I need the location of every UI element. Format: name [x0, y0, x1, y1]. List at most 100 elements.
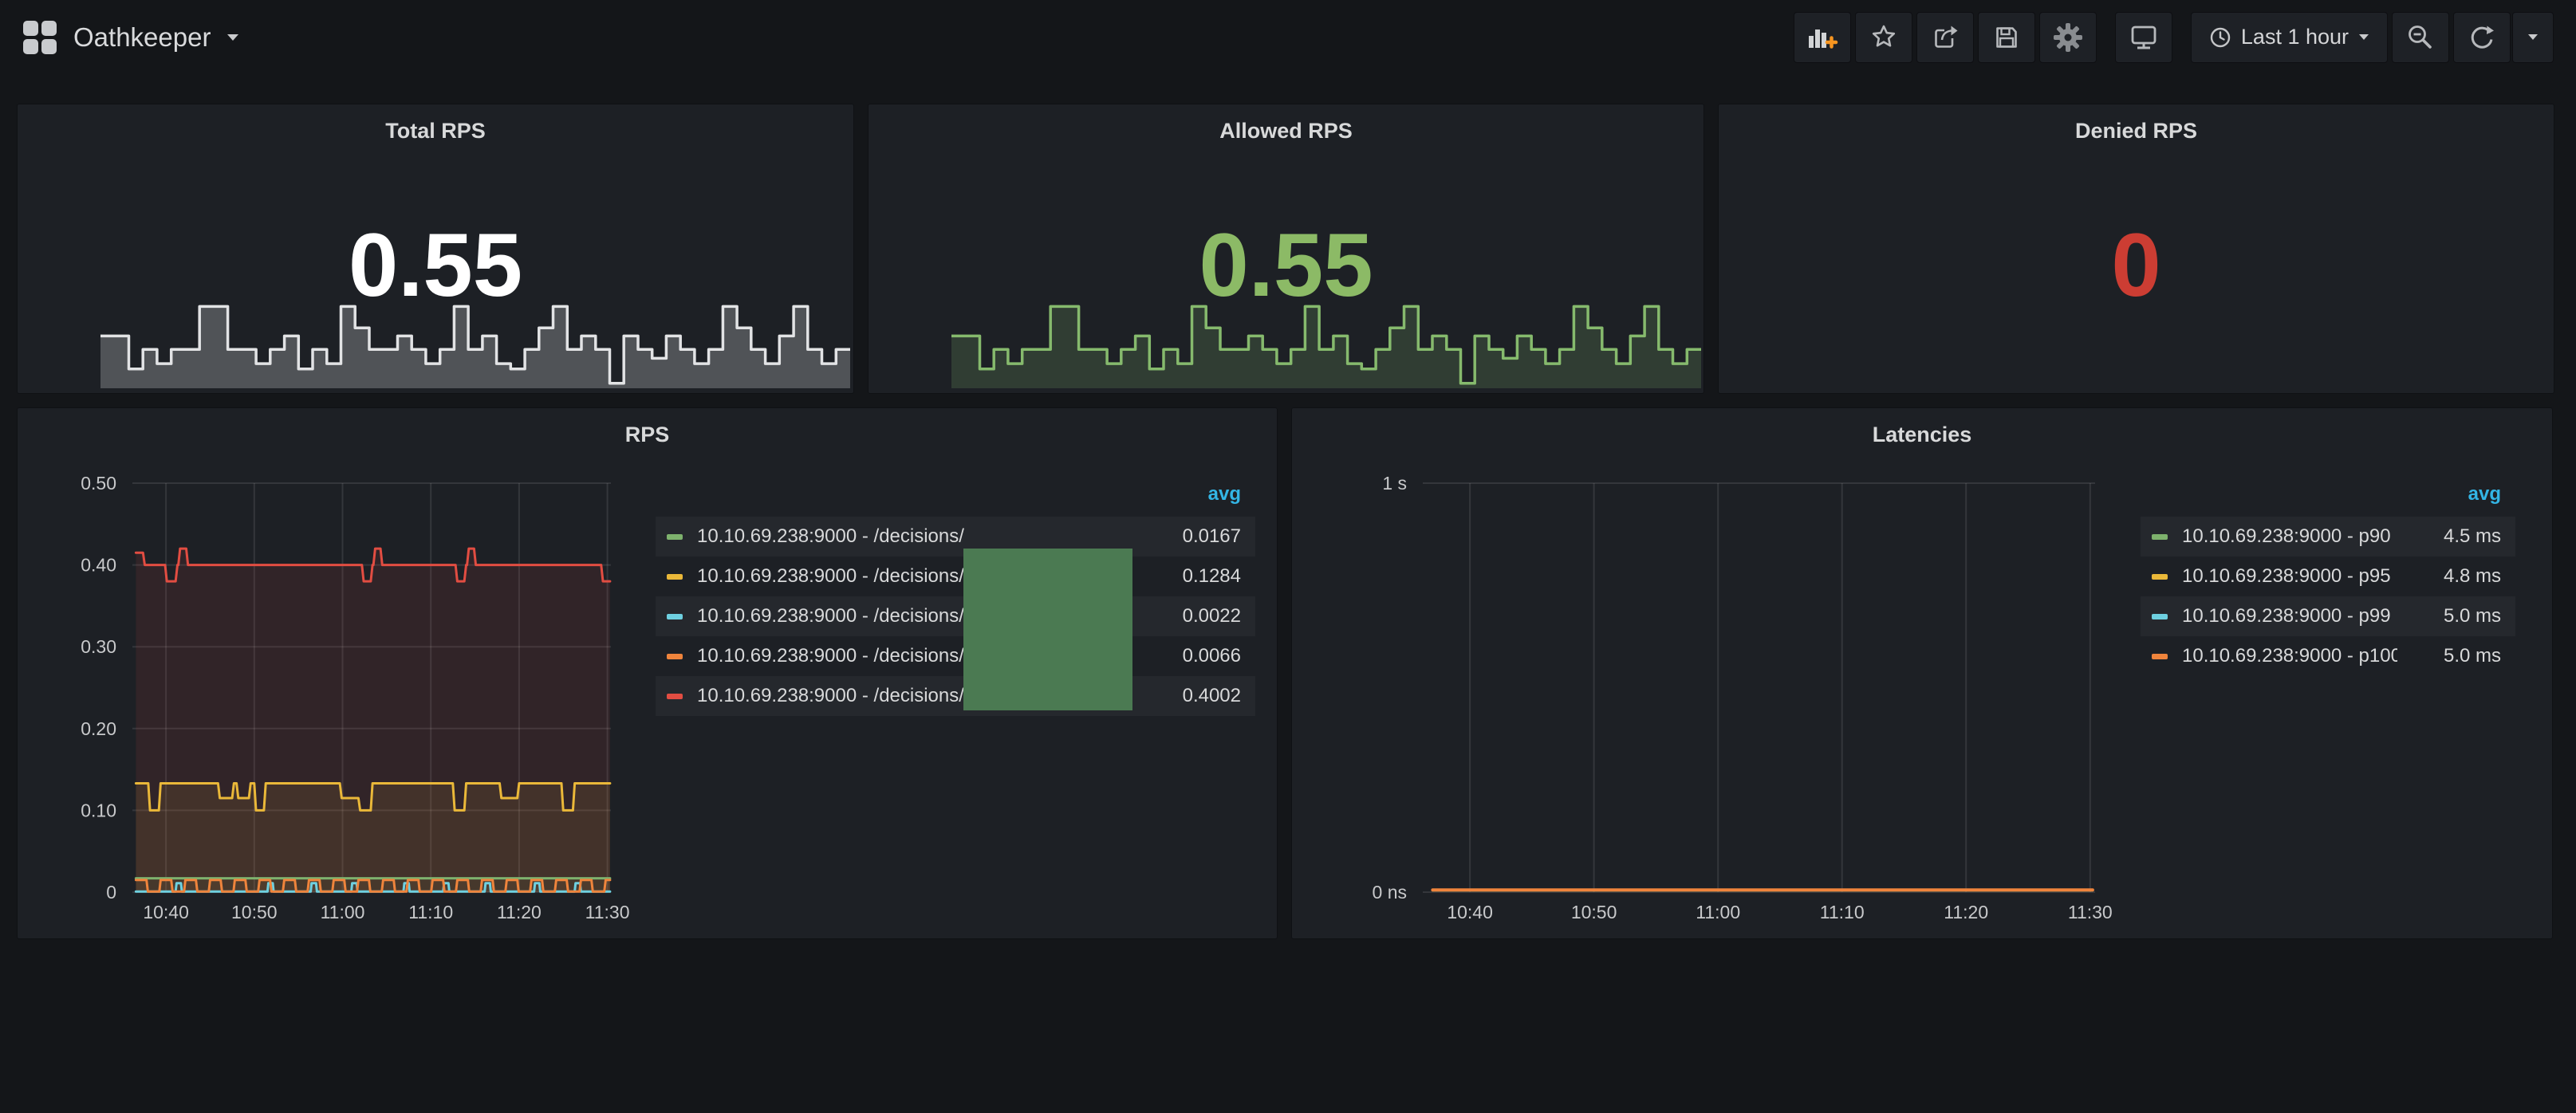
series-color-swatch[interactable] — [2152, 654, 2168, 659]
legend-row[interactable]: 10.10.69.238:9000 - /decisions/0.1284 — [656, 556, 1255, 596]
time-range-picker[interactable]: Last 1 hour — [2191, 12, 2388, 63]
sparkline — [951, 294, 1701, 388]
y-tick-label: 0.40 — [81, 555, 116, 576]
stat-value: 0 — [1719, 221, 2554, 310]
series-avg-value: 5.0 ms — [2397, 605, 2515, 627]
series-color-swatch[interactable] — [667, 694, 683, 699]
share-icon — [1931, 23, 1960, 52]
panel-allowed-rps: Allowed RPS 0.55 — [868, 104, 1704, 394]
settings-button[interactable] — [2039, 12, 2097, 63]
series-avg-value: 5.0 ms — [2397, 645, 2515, 667]
x-tick-label: 11:30 — [2068, 902, 2113, 922]
x-tick-label: 10:40 — [1447, 902, 1493, 922]
panel-title[interactable]: Allowed RPS — [869, 119, 1704, 144]
legend-row[interactable]: 10.10.69.238:9000 - p995.0 ms — [2141, 596, 2515, 636]
panel-title[interactable]: Denied RPS — [1719, 119, 2554, 144]
add-panel-button[interactable] — [1794, 12, 1851, 63]
series-color-swatch[interactable] — [667, 654, 683, 659]
series-label[interactable]: 10.10.69.238:9000 - /decisions/ — [697, 525, 1137, 548]
x-tick-label: 11:20 — [497, 902, 542, 922]
series-color-swatch[interactable] — [667, 534, 683, 540]
y-tick-label: 1 s — [1382, 473, 1407, 494]
series-avg-value: 4.8 ms — [2397, 565, 2515, 588]
series-label[interactable]: 10.10.69.238:9000 - p95 — [2182, 565, 2397, 588]
grafana-dashboard: Oathkeeper — [0, 0, 2576, 1113]
panel-title[interactable]: Latencies — [1292, 423, 2552, 447]
dashboard-title[interactable]: Oathkeeper — [73, 22, 211, 53]
x-tick-label: 11:00 — [1696, 902, 1740, 922]
sparkline — [100, 294, 850, 388]
series-color-swatch[interactable] — [2152, 534, 2168, 540]
panel-title[interactable]: RPS — [18, 423, 1277, 447]
series-color-swatch[interactable] — [2152, 574, 2168, 580]
legend-row[interactable]: 10.10.69.238:9000 - /decisions/0.0066 — [656, 636, 1255, 676]
series-label[interactable]: 10.10.69.238:9000 - p99 — [2182, 605, 2397, 627]
y-tick-label: 0 — [106, 882, 116, 903]
save-icon — [1992, 23, 2021, 52]
legend-overlay — [963, 549, 1132, 710]
series-label[interactable]: 10.10.69.238:9000 - p100 — [2182, 645, 2397, 667]
x-tick-label: 10:50 — [231, 902, 278, 922]
zoom-out-button[interactable] — [2392, 12, 2449, 63]
x-tick-label: 11:10 — [408, 902, 453, 922]
y-tick-label: 0.30 — [81, 636, 116, 657]
series-label[interactable]: 10.10.69.238:9000 - p90 — [2182, 525, 2397, 548]
favorite-button[interactable] — [1855, 12, 1912, 63]
search-minus-icon — [2406, 23, 2435, 52]
save-button[interactable] — [1978, 12, 2035, 63]
clock-icon — [2209, 26, 2231, 49]
star-icon — [1869, 23, 1898, 52]
legend-avg-header[interactable]: avg — [656, 477, 1255, 517]
y-tick-label: 0.10 — [81, 800, 116, 820]
series-avg-value: 0.0022 — [1137, 605, 1255, 627]
x-tick-label: 10:50 — [1571, 902, 1617, 922]
legend-row[interactable]: 10.10.69.238:9000 - p954.8 ms — [2141, 556, 2515, 596]
series-avg-value: 0.1284 — [1137, 565, 1255, 588]
navbar-left: Oathkeeper — [22, 20, 239, 55]
series-area — [136, 549, 610, 892]
legend-row[interactable]: 10.10.69.238:9000 - /decisions/0.4002 — [656, 676, 1255, 716]
series-color-swatch[interactable] — [2152, 614, 2168, 619]
latencies-legend: avg10.10.69.238:9000 - p904.5 ms10.10.69… — [2141, 477, 2515, 676]
rps-legend: avg10.10.69.238:9000 - /decisions/0.0167… — [656, 477, 1255, 716]
refresh-button[interactable] — [2453, 12, 2511, 63]
monitor-icon — [2129, 23, 2159, 52]
y-tick-label: 0.50 — [81, 473, 116, 494]
series-avg-value: 0.4002 — [1137, 685, 1255, 707]
bar-chart-plus-icon — [1806, 23, 1838, 52]
panel-latencies: Latencies 10:40 10:50 11:00 11:10 11:20 11:30… — [1291, 407, 2553, 939]
legend-row[interactable]: 10.10.69.238:9000 - p904.5 ms — [2141, 517, 2515, 556]
gear-icon — [2053, 22, 2083, 53]
y-tick-label: 0.20 — [81, 718, 116, 739]
refresh-interval-picker[interactable] — [2512, 12, 2554, 63]
chevron-down-icon[interactable] — [226, 33, 239, 41]
series-color-swatch[interactable] — [667, 574, 683, 580]
series-avg-value: 0.0066 — [1137, 645, 1255, 667]
navbar: Oathkeeper — [0, 0, 2576, 74]
chevron-down-icon — [2358, 33, 2369, 41]
series-avg-value: 0.0167 — [1137, 525, 1255, 548]
x-tick-label: 11:00 — [321, 902, 365, 922]
panel-title[interactable]: Total RPS — [18, 119, 853, 144]
y-tick-label: 0 ns — [1373, 882, 1407, 903]
series-color-swatch[interactable] — [667, 614, 683, 619]
share-button[interactable] — [1916, 12, 1974, 63]
chevron-down-icon — [2527, 33, 2539, 41]
navbar-toolbar: Last 1 hour — [1790, 12, 2554, 63]
x-tick-label: 11:10 — [1820, 902, 1865, 922]
legend-row[interactable]: 10.10.69.238:9000 - /decisions/0.0167 — [656, 517, 1255, 556]
series-avg-value: 4.5 ms — [2397, 525, 2515, 548]
refresh-icon — [2468, 23, 2496, 52]
dashboard-grid-icon[interactable] — [22, 20, 57, 55]
x-tick-label: 11:20 — [1944, 902, 1988, 922]
x-tick-label: 11:30 — [585, 902, 630, 922]
x-tick-label: 10:40 — [143, 902, 189, 922]
time-range-label: Last 1 hour — [2241, 25, 2349, 49]
panel-denied-rps: Denied RPS 0 — [1718, 104, 2554, 394]
panel-rps: RPS 10:40 10:50 11:00 11:10 11:20 11:30 0 0.10 0… — [17, 407, 1278, 939]
legend-row[interactable]: 10.10.69.238:9000 - p1005.0 ms — [2141, 636, 2515, 676]
panel-total-rps: Total RPS 0.55 — [17, 104, 854, 394]
legend-avg-header[interactable]: avg — [2141, 477, 2515, 517]
cycle-view-mode-button[interactable] — [2115, 12, 2172, 63]
legend-row[interactable]: 10.10.69.238:9000 - /decisions/0.0022 — [656, 596, 1255, 636]
